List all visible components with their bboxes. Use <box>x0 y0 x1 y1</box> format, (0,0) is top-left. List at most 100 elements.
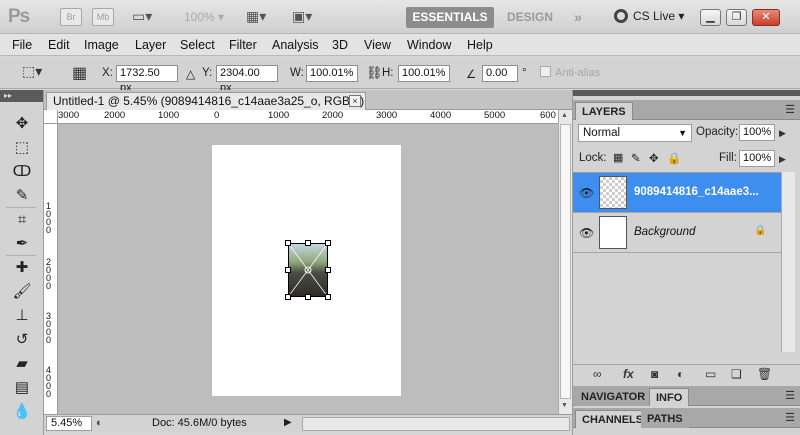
screen-mode-icon[interactable]: ▣▾ <box>292 8 312 26</box>
blur-tool-icon[interactable]: 💧 <box>9 402 35 422</box>
document-tab[interactable]: Untitled-1 @ 5.45% (9089414816_c14aae3a2… <box>46 92 366 110</box>
zoom-field[interactable]: 5.45% <box>46 416 92 431</box>
cs-live-button[interactable]: CS Live ▾ <box>614 9 684 23</box>
transform-handle[interactable] <box>305 240 311 246</box>
adjustment-layer-icon[interactable]: ◐ <box>677 367 684 381</box>
layer-style-icon[interactable]: fx <box>623 367 634 381</box>
quick-select-tool-icon[interactable]: ✎ <box>9 186 35 206</box>
transform-handle[interactable] <box>325 240 331 246</box>
width-field[interactable]: 100.01% <box>306 65 358 82</box>
horizontal-ruler[interactable]: 3000 2000 1000 0 1000 2000 3000 4000 500… <box>58 110 558 124</box>
tab-channels[interactable]: CHANNELS <box>575 410 651 428</box>
layer-row[interactable]: 👁 9089414816_c14aae3... <box>573 173 781 213</box>
move-tool-icon[interactable]: ✥ <box>9 114 35 134</box>
menu-view[interactable]: View <box>364 38 391 52</box>
zoom-level-dropdown[interactable]: 100% ▾ <box>184 10 224 24</box>
blend-mode-dropdown[interactable]: Normal ▼ <box>578 124 692 142</box>
link-icon[interactable]: ⛓ <box>366 65 383 81</box>
ruler-origin[interactable] <box>44 110 58 124</box>
lock-position-icon[interactable]: ✥ <box>649 151 659 165</box>
transform-handle[interactable] <box>285 294 291 300</box>
channels-panel-menu-icon[interactable]: ☰ <box>785 411 795 424</box>
layers-scrollbar[interactable] <box>781 172 795 352</box>
healing-brush-tool-icon[interactable]: ✚ <box>9 258 35 278</box>
new-layer-icon[interactable]: ❏ <box>731 367 742 381</box>
menu-analysis[interactable]: Analysis <box>272 38 319 52</box>
status-menu-arrow-icon[interactable]: ▶ <box>284 417 292 428</box>
menu-edit[interactable]: Edit <box>48 38 70 52</box>
transform-handle[interactable] <box>325 267 331 273</box>
transform-handle[interactable] <box>285 240 291 246</box>
menu-image[interactable]: Image <box>84 38 119 52</box>
vertical-scroll-thumb[interactable] <box>560 124 571 399</box>
lasso-tool-icon[interactable]: ↀ <box>9 162 35 182</box>
workspace-essentials-button[interactable]: ESSENTIALS <box>406 7 494 28</box>
marquee-tool-icon[interactable]: ⬚ <box>9 138 35 158</box>
add-mask-icon[interactable]: ◙ <box>651 367 658 381</box>
history-brush-tool-icon[interactable]: ↺ <box>9 330 35 350</box>
height-field[interactable]: 100.01% <box>398 65 450 82</box>
menu-filter[interactable]: Filter <box>229 38 257 52</box>
launch-minibridge-button[interactable]: Mb <box>92 8 114 26</box>
close-button[interactable]: ✕ <box>752 9 780 26</box>
brush-tool-icon[interactable]: 🖌 <box>9 282 35 302</box>
eyedropper-tool-icon[interactable]: ✒ <box>9 234 35 254</box>
scroll-down-icon[interactable]: ▼ <box>561 402 568 409</box>
visibility-eye-icon[interactable]: 👁 <box>579 226 594 240</box>
workspace-design-button[interactable]: DESIGN <box>504 7 556 28</box>
scroll-up-icon[interactable]: ▲ <box>561 112 568 119</box>
fill-arrow-icon[interactable]: ▶ <box>779 154 786 165</box>
new-group-icon[interactable]: ▭ <box>705 367 716 381</box>
horizontal-scrollbar[interactable] <box>302 417 570 431</box>
fill-field[interactable]: 100% <box>739 150 775 167</box>
lock-pixels-icon[interactable]: ✎ <box>631 151 641 165</box>
menu-window[interactable]: Window <box>407 38 451 52</box>
gradient-tool-icon[interactable]: ▤ <box>9 378 35 398</box>
launch-bridge-button[interactable]: Br <box>60 8 82 26</box>
reference-point-icon[interactable]: ▦ <box>72 63 87 83</box>
document-canvas[interactable] <box>212 145 401 396</box>
menu-file[interactable]: File <box>12 38 32 52</box>
document-close-icon[interactable]: × <box>349 95 361 107</box>
view-extras-icon[interactable]: ▭▾ <box>132 8 152 26</box>
navigator-panel-menu-icon[interactable]: ☰ <box>785 389 795 402</box>
antialias-checkbox[interactable]: Anti-alias <box>540 66 600 79</box>
placed-image[interactable] <box>285 240 331 300</box>
vertical-ruler[interactable]: 1000 2000 3000 4000 <box>44 124 58 414</box>
visibility-eye-icon[interactable]: 👁 <box>579 186 594 200</box>
dock-collapse-bar[interactable] <box>573 90 800 96</box>
opacity-field[interactable]: 100% <box>739 124 775 141</box>
relative-position-icon[interactable]: △ <box>186 67 195 81</box>
eraser-tool-icon[interactable]: ▰ <box>9 354 35 374</box>
tab-info[interactable]: INFO <box>649 388 690 406</box>
minimize-button[interactable]: ▁ <box>700 9 721 26</box>
arrange-documents-icon[interactable]: ▦▾ <box>246 8 266 26</box>
menu-select[interactable]: Select <box>180 38 215 52</box>
y-position-field[interactable]: 2304.00 px <box>216 65 278 94</box>
rotation-field[interactable]: 0.00 <box>482 65 518 82</box>
menu-help[interactable]: Help <box>467 38 493 52</box>
canvas-area[interactable] <box>58 124 558 414</box>
status-info-icon[interactable]: ◐ <box>96 417 103 429</box>
tool-preset-icon[interactable]: ⬚▾ <box>22 63 42 80</box>
lock-all-icon[interactable]: 🔒 <box>667 151 681 165</box>
lock-transparent-icon[interactable]: ▦ <box>613 151 623 164</box>
workspace-more-icon[interactable]: » <box>567 7 589 28</box>
restore-button[interactable]: ❐ <box>726 9 747 26</box>
link-layers-icon[interactable]: ∞ <box>593 367 602 381</box>
tab-layers[interactable]: LAYERS <box>575 102 633 120</box>
clone-stamp-tool-icon[interactable]: ⊥ <box>9 306 35 326</box>
layer-row[interactable]: 👁 Background 🔒 <box>573 213 781 253</box>
transform-handle[interactable] <box>305 294 311 300</box>
menu-3d[interactable]: 3D <box>332 38 348 52</box>
x-position-field[interactable]: 1732.50 px <box>116 65 178 94</box>
opacity-arrow-icon[interactable]: ▶ <box>779 128 786 139</box>
vertical-scrollbar[interactable]: ▲ ▼ <box>558 110 572 414</box>
layers-panel-menu-icon[interactable]: ☰ <box>785 103 795 116</box>
crop-tool-icon[interactable]: ⌗ <box>9 210 35 230</box>
tools-collapse-icon[interactable]: ▸▸ <box>0 90 43 102</box>
transform-handle[interactable] <box>285 267 291 273</box>
tab-navigator[interactable]: NAVIGATOR <box>575 388 652 406</box>
tab-paths[interactable]: PATHS <box>641 410 689 428</box>
transform-handle[interactable] <box>325 294 331 300</box>
